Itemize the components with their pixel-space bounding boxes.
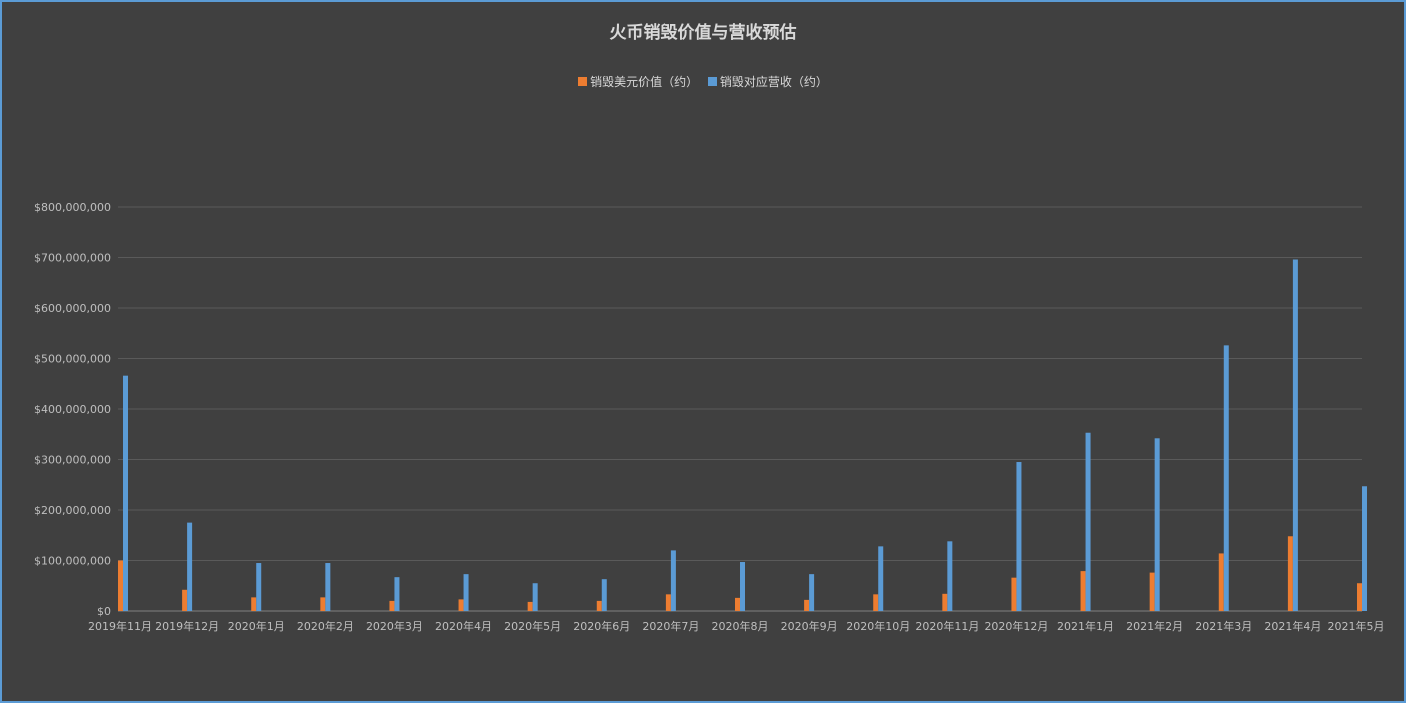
bar-usd-value xyxy=(735,597,740,611)
x-tick-label: 2020年1月 xyxy=(228,619,285,633)
bar-usd-value xyxy=(320,597,326,611)
y-tick-label: $300,000,000 xyxy=(34,454,111,467)
bar-usd-value xyxy=(182,589,188,611)
bar-usd-value xyxy=(804,599,810,611)
x-tick-label: 2020年5月 xyxy=(504,619,561,633)
bar-usd-value xyxy=(1357,583,1362,611)
x-tick-label: 2020年3月 xyxy=(366,619,423,633)
bar-usd-value xyxy=(1011,577,1017,611)
bar-revenue xyxy=(463,574,469,611)
x-tick-label: 2020年6月 xyxy=(573,619,630,633)
y-tick-label: $400,000,000 xyxy=(34,403,111,416)
bar-usd-value xyxy=(118,560,123,611)
y-tick-label: $800,000,000 xyxy=(34,201,111,214)
bar-revenue xyxy=(394,577,400,611)
bar-revenue xyxy=(1154,438,1160,611)
bar-revenue xyxy=(601,579,607,611)
bar-usd-value xyxy=(942,593,948,611)
bar-revenue xyxy=(532,583,538,611)
bar-usd-value xyxy=(527,601,533,611)
bar-usd-value xyxy=(251,597,257,611)
x-tick-label: 2020年9月 xyxy=(781,619,838,633)
bar-usd-value xyxy=(389,600,395,611)
bar-revenue xyxy=(1292,259,1298,611)
bar-revenue xyxy=(325,563,331,611)
y-tick-label: $500,000,000 xyxy=(34,353,111,366)
x-tick-label: 2020年2月 xyxy=(297,619,354,633)
bar-revenue xyxy=(740,562,745,611)
bar-usd-value xyxy=(1218,553,1224,611)
bar-usd-value xyxy=(1149,572,1155,611)
y-tick-label: $200,000,000 xyxy=(34,504,111,517)
bar-usd-value xyxy=(665,594,671,611)
y-tick-label: $0 xyxy=(97,605,111,618)
x-tick-label: 2020年7月 xyxy=(642,619,699,633)
bar-usd-value xyxy=(458,599,464,611)
bar-revenue xyxy=(670,550,676,611)
bar-revenue xyxy=(1085,432,1091,611)
bar-revenue xyxy=(187,522,193,611)
bar-revenue xyxy=(1016,462,1022,611)
x-tick-label: 2019年12月 xyxy=(155,619,219,633)
x-tick-label: 2021年3月 xyxy=(1195,619,1252,633)
y-tick-label: $600,000,000 xyxy=(34,302,111,315)
x-tick-label: 2020年11月 xyxy=(915,619,979,633)
bar-usd-value xyxy=(873,594,879,611)
x-tick-label: 2019年11月 xyxy=(88,619,152,633)
bar-revenue xyxy=(123,375,128,611)
bar-revenue xyxy=(809,574,815,611)
x-tick-label: 2021年5月 xyxy=(1328,619,1385,633)
bar-usd-value xyxy=(596,600,602,611)
y-tick-label: $100,000,000 xyxy=(34,555,111,568)
x-tick-label: 2021年1月 xyxy=(1057,619,1114,633)
x-tick-label: 2020年8月 xyxy=(712,619,769,633)
bar-revenue xyxy=(878,546,884,611)
bar-revenue xyxy=(1223,345,1229,611)
x-tick-label: 2021年4月 xyxy=(1264,619,1321,633)
chart-plot: $0 $100,000,000 $200,000,000 $300,000,000 $4… xyxy=(34,201,1385,633)
bar-revenue xyxy=(1362,486,1367,611)
x-tick-label: 2021年2月 xyxy=(1126,619,1183,633)
y-tick-label: $700,000,000 xyxy=(34,252,111,265)
bar-usd-value xyxy=(1080,571,1086,611)
x-tick-label: 2020年12月 xyxy=(984,619,1048,633)
bar-usd-value xyxy=(1287,536,1293,611)
bar-revenue xyxy=(256,563,262,611)
x-tick-label: 2020年4月 xyxy=(435,619,492,633)
bar-revenue xyxy=(947,541,953,611)
x-tick-label: 2020年10月 xyxy=(846,619,910,633)
